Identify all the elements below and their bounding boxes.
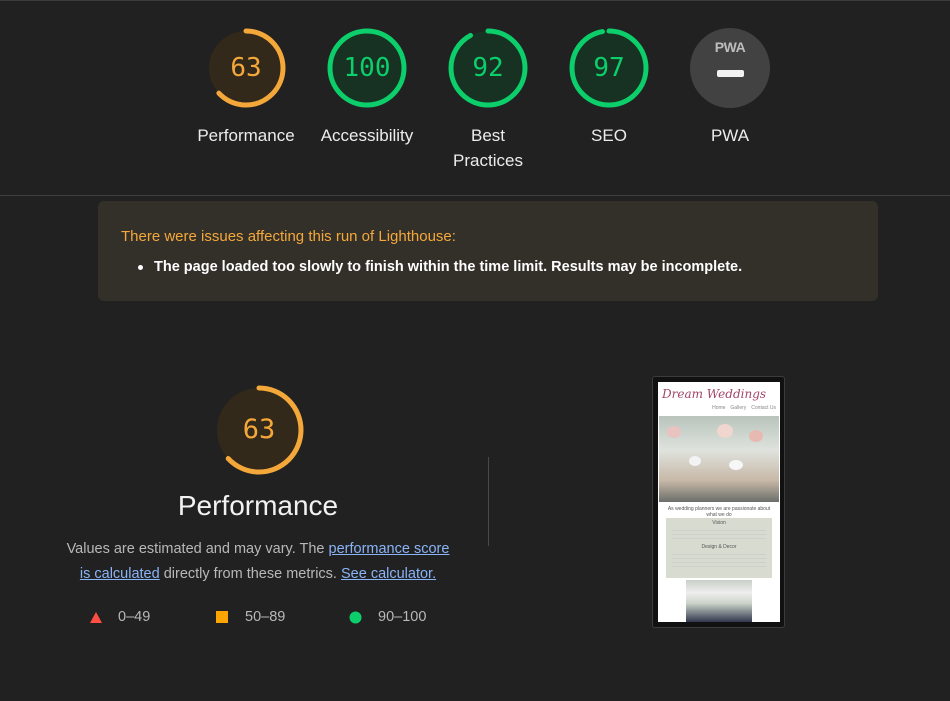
site-heading: As wedding planners we are passionate ab… bbox=[667, 506, 771, 518]
gauge-label: Performance bbox=[197, 126, 295, 145]
site-nav-item: Gallery bbox=[730, 405, 747, 411]
performance-gauge-large: 63 bbox=[213, 384, 305, 476]
site-brand: Dream Weddings bbox=[662, 387, 767, 401]
gauge-score: 92 bbox=[472, 53, 504, 83]
gauge-score: 97 bbox=[593, 53, 625, 83]
gauge-label: PWA bbox=[710, 126, 750, 145]
warning-title: There were issues affecting this run of … bbox=[121, 228, 456, 245]
warning-box: There were issues affecting this run of … bbox=[98, 201, 878, 301]
gauge-pwa[interactable]: PWA PWA bbox=[670, 27, 790, 148]
gauge-label: Accessibility bbox=[320, 126, 414, 145]
vertical-divider bbox=[488, 457, 489, 546]
performance-title: Performance bbox=[177, 490, 339, 521]
gauge-label: SEO bbox=[591, 126, 627, 145]
site-nav-item: Home bbox=[712, 405, 726, 411]
screenshot-content: Dream Weddings Home Gallery Contact Us As … bbox=[658, 382, 780, 622]
site-subheading: Vision bbox=[712, 520, 726, 526]
warning-list: The page loaded too slowly to finish wit… bbox=[138, 259, 743, 275]
gauge-score: 63 bbox=[230, 53, 262, 83]
see-calculator-link[interactable]: See calculator. bbox=[341, 566, 436, 582]
final-screenshot-thumbnail[interactable]: Dream Weddings Home Gallery Contact Us As … bbox=[652, 376, 785, 628]
hero-image bbox=[659, 416, 779, 502]
pwa-icon: PWA bbox=[714, 39, 746, 55]
site-subheading: Design & Decor bbox=[701, 544, 737, 550]
is-calculated-link[interactable]: is calculated bbox=[80, 566, 160, 582]
bottom-image bbox=[686, 580, 752, 622]
red-triangle-icon bbox=[90, 612, 102, 623]
desc-prefix: Values are estimated and may vary. The bbox=[66, 541, 329, 557]
performance-score: 63 bbox=[242, 414, 276, 445]
warning-item: The page loaded too slowly to finish wit… bbox=[138, 259, 743, 275]
gauge-performance[interactable]: 63 Performance bbox=[186, 27, 306, 148]
section-divider bbox=[0, 195, 950, 196]
gauge-label: Best Practices bbox=[428, 123, 548, 173]
top-divider bbox=[0, 0, 950, 1]
performance-description: Values are estimated and may vary. The p… bbox=[48, 537, 468, 587]
gauge-score: 100 bbox=[343, 53, 391, 83]
desc-mid: directly from these metrics. bbox=[159, 566, 341, 582]
warning-item-text: The page loaded too slowly to finish wit… bbox=[154, 259, 743, 275]
green-circle-icon bbox=[349, 611, 362, 624]
orange-square-icon bbox=[216, 611, 228, 623]
lighthouse-report: 63 Performance 100 Accessibility 92 Best… bbox=[0, 0, 950, 701]
performance-score-link[interactable]: performance score bbox=[329, 541, 450, 557]
legend-range: 50–89 bbox=[245, 609, 286, 625]
gauge-seo[interactable]: 97 SEO bbox=[549, 27, 669, 148]
site-nav: Home Gallery Contact Us bbox=[707, 405, 776, 411]
gauge-label-line2: Practices bbox=[453, 151, 523, 170]
site-nav-item: Contact Us bbox=[751, 405, 776, 411]
gauge-accessibility[interactable]: 100 Accessibility bbox=[307, 27, 427, 148]
gauge-best-practices[interactable]: 92 Best Practices bbox=[428, 27, 548, 173]
gauge-label-line1: Best bbox=[470, 126, 506, 145]
bullet-icon bbox=[138, 265, 143, 270]
pwa-dash-icon bbox=[717, 70, 744, 77]
site-content-block: Vision Design & Decor bbox=[666, 518, 772, 578]
legend-range: 0–49 bbox=[118, 609, 151, 625]
legend-range: 90–100 bbox=[378, 609, 427, 625]
